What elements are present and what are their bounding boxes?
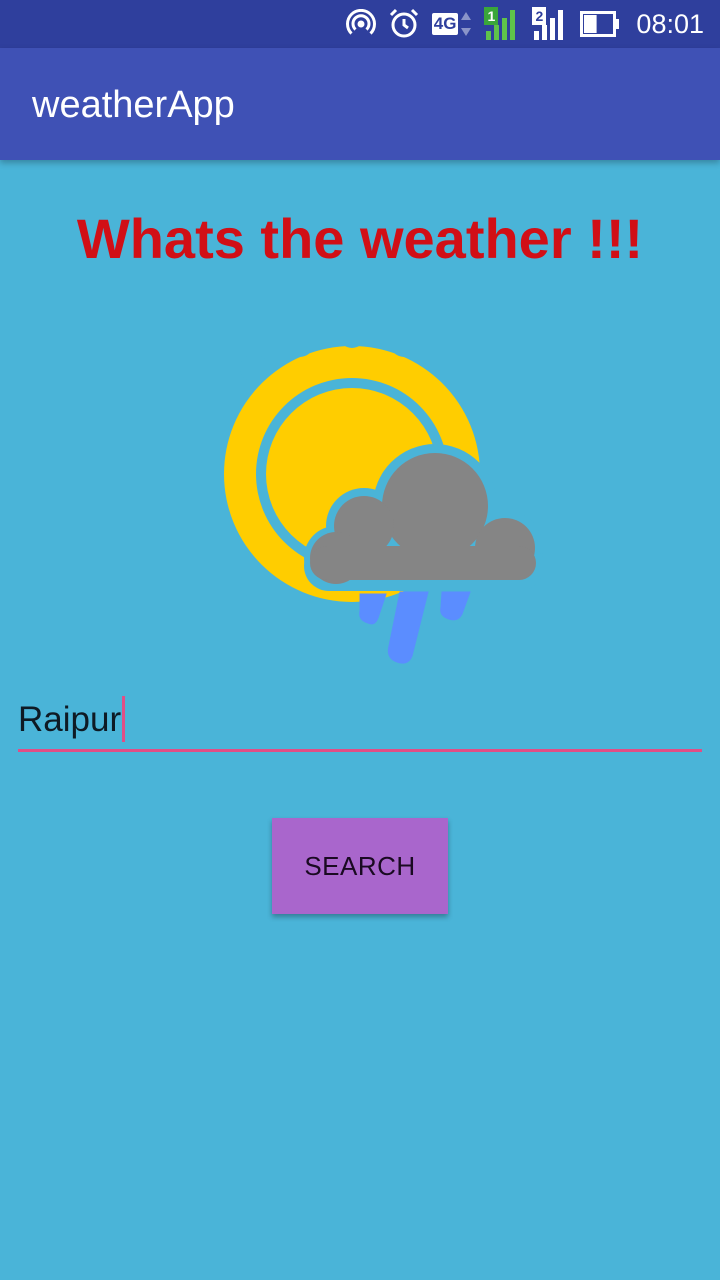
text-caret	[122, 695, 126, 742]
alarm-icon	[388, 8, 420, 40]
app-bar: weatherApp	[0, 48, 720, 160]
network-4g-icon: 4G	[431, 10, 473, 38]
search-button-label: SEARCH	[304, 850, 416, 881]
app-title: weatherApp	[32, 84, 235, 126]
status-time: 08:01	[636, 8, 704, 39]
battery-fill	[584, 15, 598, 33]
status-bar: 4G 1 2 08:01	[0, 0, 720, 48]
network-type-label: 4G	[431, 13, 459, 35]
city-input[interactable]: Raipur	[18, 690, 702, 752]
headline: Whats the weather !!!	[76, 207, 644, 270]
signal-sim1-icon: 1	[484, 7, 520, 41]
battery-icon	[580, 11, 620, 37]
signal-sim2-icon: 2	[532, 7, 568, 41]
hotspot-icon	[345, 9, 376, 39]
city-input-value[interactable]: Raipur	[18, 695, 126, 742]
rain-drops	[359, 591, 471, 664]
partly-cloudy-rain-icon	[195, 320, 550, 671]
city-input-text[interactable]: Raipur	[18, 700, 121, 739]
search-button[interactable]: SEARCH	[272, 818, 448, 914]
status-icons: 4G 1 2 08:01	[345, 0, 704, 48]
